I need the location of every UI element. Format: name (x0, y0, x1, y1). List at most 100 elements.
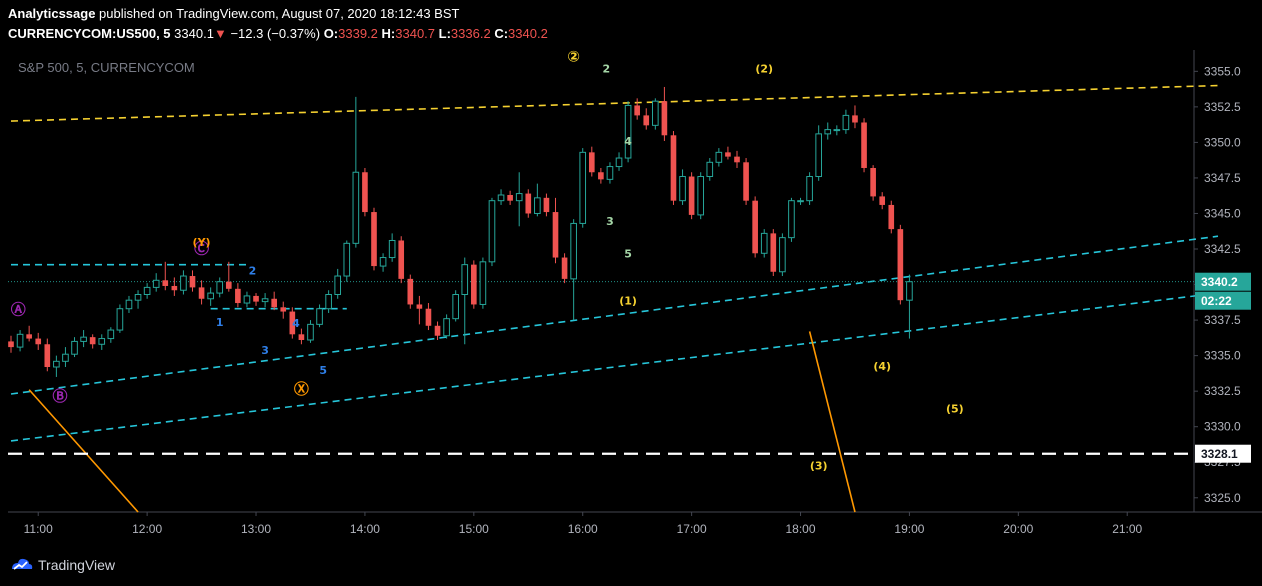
candle-body-up (679, 176, 686, 202)
candle-body-down (752, 200, 758, 254)
tradingview-brand[interactable]: TradingView (38, 557, 115, 573)
time-tick-label: 19:00 (894, 522, 924, 536)
candle-body-down (280, 307, 287, 312)
candle-body-up (461, 264, 469, 296)
candle-body-up (343, 242, 351, 277)
candle-body-down (371, 212, 377, 267)
drawings-layer (8, 84, 1219, 513)
candle-body-up (906, 281, 913, 301)
trendline-upper-yellow (10, 84, 1218, 122)
candle-body-down (743, 162, 749, 201)
trendline-cyan-lower (10, 292, 1219, 442)
wave-label: Ⓐ (11, 300, 26, 318)
wave-label: (1) (619, 294, 637, 307)
last-price-tag: 3340.2 (1201, 275, 1238, 289)
bar-countdown-tag: 02:22 (1201, 294, 1232, 308)
candle-body-down (298, 334, 305, 340)
wave-label: (2) (755, 63, 773, 76)
candle-body-down (434, 325, 441, 336)
publish-line: Analyticssage published on TradingView.c… (8, 6, 459, 21)
candle-body-up (16, 333, 24, 348)
candle-body-down (688, 176, 695, 215)
candle-body-up (216, 281, 224, 294)
time-tick-label: 20:00 (1003, 522, 1033, 536)
wave-label: Ⓧ (294, 380, 309, 398)
candle-body-down (26, 334, 32, 339)
candle-body-down (416, 304, 423, 309)
time-tick-label: 11:00 (24, 522, 53, 536)
price-tags-layer: 3340.2 02:22 3328.1 (1195, 272, 1251, 463)
candle-body-down (543, 197, 550, 213)
high-label: H: (381, 26, 396, 41)
wave-label: 2 (249, 265, 257, 278)
candle-body-down (407, 278, 414, 305)
candle-body-up (80, 336, 87, 342)
candle-body-down (507, 194, 513, 201)
candle-body-up (833, 129, 841, 132)
candle-body-up (71, 340, 78, 355)
candle-body-up (815, 133, 822, 178)
time-axis[interactable]: 11:00 12:00 13:00 14:00 15:00 16:00 17:00 18:00… (8, 511, 1262, 536)
open-value: 3339.2 (338, 26, 378, 41)
wave-label: (Y) (193, 236, 211, 249)
candle-body-down (44, 344, 51, 368)
symbol-line: CURRENCYCOM:US500, 5 3340.1▼ −12.3 (−0.3… (8, 26, 548, 41)
candle-body-up (152, 279, 160, 288)
price-tick-label: 3342.5 (1204, 242, 1241, 256)
price-tick-label: 3355.0 (1204, 64, 1241, 78)
price-change: −12.3 (−0.37%) (230, 26, 321, 41)
candle-body-up (307, 323, 314, 341)
time-tick-label: 17:00 (677, 522, 707, 536)
price-chart[interactable]: 3325.03327.53330.03332.53335.03337.53340… (0, 0, 1262, 586)
high-value: 3340.7 (395, 26, 436, 41)
candle-body-down (162, 280, 169, 286)
level-price-tag: 3328.1 (1201, 447, 1238, 461)
candle-body-up (515, 193, 523, 202)
low-label: L: (438, 26, 451, 41)
candle-body-down (253, 295, 259, 302)
candle-body-down (35, 338, 42, 345)
time-tick-label: 12:00 (132, 522, 162, 536)
wave-label: 4 (624, 135, 632, 148)
tradingview-logo-icon[interactable] (10, 555, 34, 575)
candle-body-down (425, 308, 432, 326)
candle-body-up (443, 318, 450, 337)
candle-body-down (870, 167, 876, 197)
candle-body-up (706, 161, 714, 178)
candle-body-down (734, 156, 740, 163)
candle-body-up (379, 257, 387, 267)
price-tick-label: 3350.0 (1204, 135, 1241, 149)
wave-label: ② (567, 47, 580, 65)
candle-body-up (116, 308, 124, 331)
candle-body-up (652, 100, 659, 126)
wave-label: (5) (946, 402, 964, 415)
candle-body-up (760, 232, 768, 254)
author-name[interactable]: Analyticssage (8, 6, 95, 21)
candle-body-up (243, 295, 251, 304)
wave-label: 4 (292, 317, 300, 330)
down-arrow-icon: ▼ (213, 26, 227, 41)
candle-body-up (53, 360, 60, 368)
candle-body-down (661, 101, 668, 136)
price-tick-label: 3330.0 (1204, 420, 1241, 434)
wave-label: (4) (873, 360, 891, 373)
symbol-name[interactable]: CURRENCYCOM:US500, 5 (8, 26, 171, 41)
price-tick-label: 3332.5 (1204, 384, 1241, 398)
last-price: 3340.1 (174, 26, 214, 41)
time-tick-label: 21:00 (1112, 522, 1142, 536)
candle-body-up (624, 104, 632, 159)
candle-body-up (107, 329, 115, 340)
price-tick-label: 3337.5 (1204, 313, 1241, 327)
candle-body-up (207, 292, 214, 300)
close-value: 3340.2 (508, 26, 548, 41)
candle-body-up (62, 353, 69, 362)
time-tick-label: 14:00 (350, 522, 380, 536)
candle-body-up (570, 222, 577, 280)
trendline-orange-left (28, 389, 139, 513)
candle-body-down (561, 257, 568, 279)
candle-body-up (797, 200, 804, 203)
candle-body-up (334, 275, 342, 296)
candle-body-down (725, 152, 731, 157)
candle-body-up (98, 338, 106, 345)
candle-body-up (534, 197, 541, 214)
